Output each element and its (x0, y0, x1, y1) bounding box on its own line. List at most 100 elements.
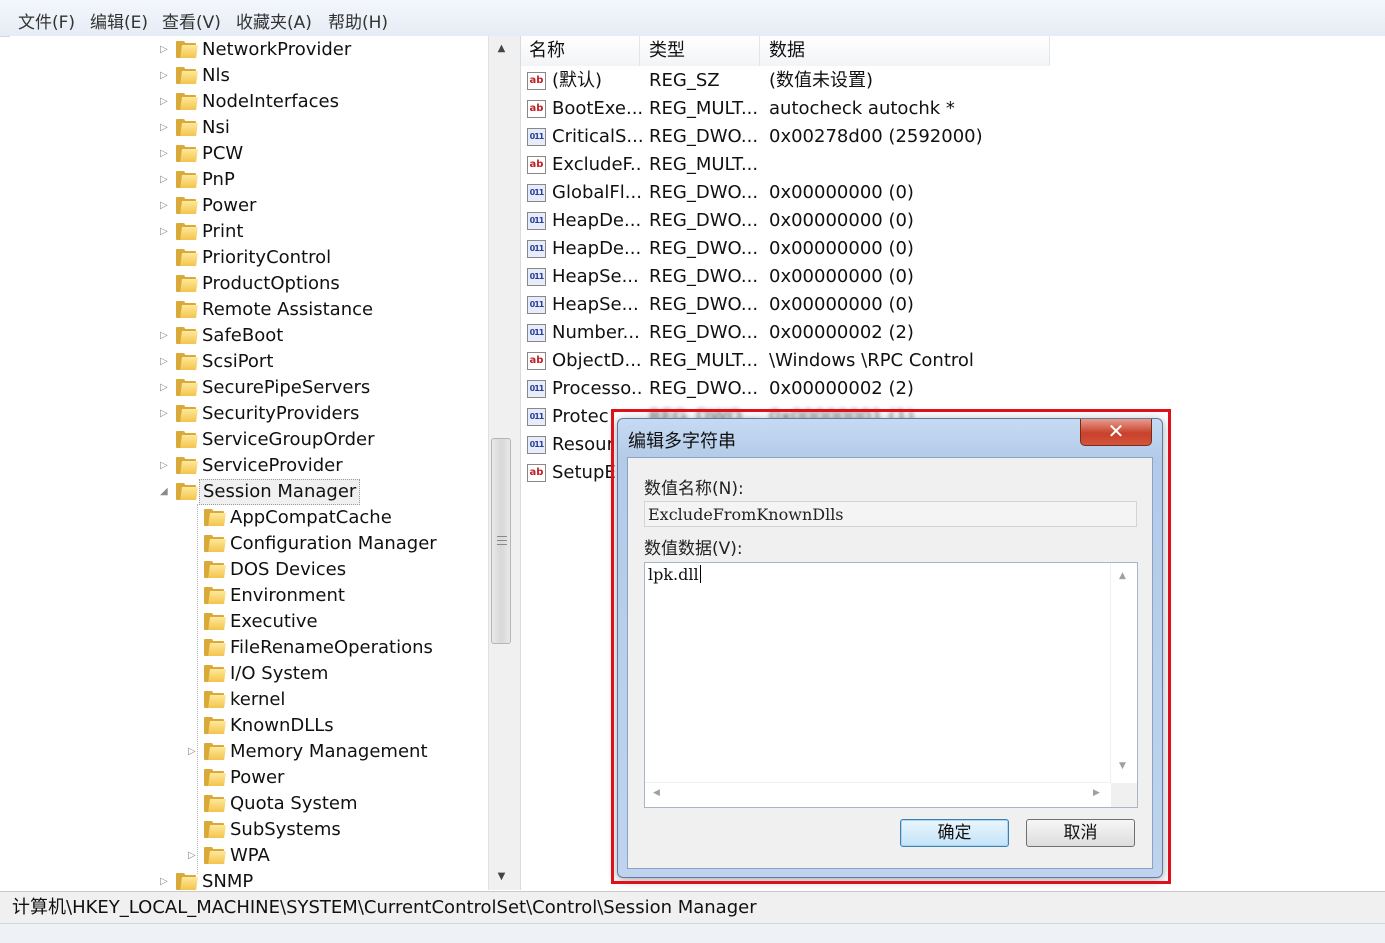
expand-arrow-icon[interactable]: ▷ (160, 63, 172, 89)
tree-item-label: Environment (230, 585, 345, 606)
list-row[interactable]: 011 HeapDe... REG_DWO... 0x00000000 (0) (521, 235, 1385, 263)
expand-arrow-icon[interactable]: ▷ (188, 843, 200, 869)
expand-arrow-icon[interactable]: ▷ (160, 37, 172, 63)
list-row[interactable]: 011 GlobalFl... REG_DWO... 0x00000000 (0) (521, 179, 1385, 207)
binary-value-icon: 011 (527, 408, 546, 426)
textarea-horizontal-scrollbar[interactable]: ◀ ▶ (645, 782, 1111, 807)
binary-value-icon: 011 (527, 436, 546, 454)
scroll-up-arrow-icon[interactable]: ▲ (1119, 571, 1126, 581)
menu-file[interactable]: 文件(F) (18, 8, 75, 33)
expand-arrow-icon[interactable]: ▷ (160, 401, 172, 427)
list-row[interactable]: ab BootExe... REG_MULT... autocheck autochk… (521, 95, 1385, 123)
tree-item-label: PriorityControl (202, 247, 332, 268)
expand-arrow-icon[interactable]: ▷ (160, 375, 172, 401)
edit-multi-string-dialog: 编辑多字符串 ✕ 数值名称(N): ExcludeFromKnownDlls 数… (617, 418, 1163, 878)
list-row[interactable]: 011 Number... REG_DWO... 0x00000002 (2) (521, 319, 1385, 347)
value-type: REG_SZ (649, 70, 720, 91)
tree-item-label: SecurityProviders (202, 403, 360, 424)
tree-item-label: SafeBoot (202, 325, 284, 346)
expand-arrow-icon[interactable]: ▷ (188, 739, 200, 765)
value-name: BootExe... (552, 98, 642, 119)
value-type: REG_DWO... (649, 266, 759, 287)
list-row[interactable]: ab (默认) REG_SZ (数值未设置) (521, 67, 1385, 95)
pane-splitter[interactable] (513, 36, 520, 890)
list-row[interactable]: ab ObjectD... REG_MULT... \Windows \RPC Con… (521, 347, 1385, 375)
value-name: (默认) (552, 70, 603, 91)
tree-item-label: Quota System (230, 793, 358, 814)
list-row[interactable]: 011 Processo... REG_DWO... 0x00000002 (2) (521, 375, 1385, 403)
scroll-down-arrow-icon[interactable]: ▼ (489, 866, 514, 888)
folder-icon (176, 119, 198, 136)
value-data: 0x00000002 (2) (769, 378, 914, 399)
expand-arrow-icon[interactable]: ▷ (160, 167, 172, 193)
expand-arrow-icon[interactable]: ▷ (160, 141, 172, 167)
list-row[interactable]: 011 HeapDe... REG_DWO... 0x00000000 (0) (521, 207, 1385, 235)
column-header-name[interactable]: 名称 (521, 36, 640, 66)
value-data: autocheck autochk * (769, 98, 955, 119)
expand-arrow-icon[interactable]: ▷ (160, 89, 172, 115)
value-name-field[interactable]: ExcludeFromKnownDlls (644, 501, 1137, 527)
expand-arrow-icon[interactable]: ▷ (160, 219, 172, 245)
tree-vertical-scrollbar[interactable]: ▲ ▼ (488, 36, 514, 890)
folder-icon (176, 431, 198, 448)
menu-help[interactable]: 帮助(H) (328, 8, 388, 33)
scroll-down-arrow-icon[interactable]: ▼ (1119, 761, 1126, 771)
folder-icon (204, 509, 226, 526)
menu-favorites[interactable]: 收藏夹(A) (236, 8, 312, 33)
value-type: REG_DWO... (649, 322, 759, 343)
registry-tree[interactable]: ▷ NetworkProvider ▷ Nls ▷ NodeInterfaces ▷ Nsi ▷… (10, 36, 489, 890)
folder-icon (176, 483, 198, 500)
textarea-vertical-scrollbar[interactable]: ▲ ▼ (1110, 563, 1137, 783)
column-header-type[interactable]: 类型 (640, 36, 760, 66)
tree-item-label: NodeInterfaces (202, 91, 339, 112)
folder-icon (204, 691, 226, 708)
scroll-right-arrow-icon[interactable]: ▶ (1093, 788, 1100, 798)
expand-arrow-icon[interactable]: ▷ (160, 115, 172, 141)
scrollbar-thumb[interactable] (491, 438, 511, 644)
binary-value-icon: 011 (527, 184, 546, 202)
cancel-button[interactable]: 取消 (1026, 819, 1135, 847)
expand-arrow-icon[interactable]: ▷ (160, 453, 172, 479)
value-data-textarea[interactable]: lpk.dll ▲ ▼ ◀ ▶ (644, 562, 1138, 808)
folder-icon (204, 613, 226, 630)
expand-arrow-icon[interactable]: ▷ (160, 323, 172, 349)
value-type: REG_DWO... (649, 238, 759, 259)
value-type: REG_DWO... (649, 210, 759, 231)
tree-item-label: Executive (230, 611, 318, 632)
string-value-icon: ab (527, 156, 546, 174)
column-header-data[interactable]: 数据 (760, 36, 1050, 66)
folder-icon (204, 665, 226, 682)
binary-value-icon: 011 (527, 324, 546, 342)
tree-item-label: PnP (202, 169, 235, 190)
tree-item-label: ProductOptions (202, 273, 340, 294)
close-icon[interactable]: ✕ (1080, 419, 1152, 446)
collapse-arrow-icon[interactable]: ◢ (160, 479, 172, 505)
scroll-up-arrow-icon[interactable]: ▲ (489, 38, 514, 60)
tree-item-label: Session Manager (199, 479, 361, 505)
ok-button[interactable]: 确定 (900, 819, 1009, 847)
binary-value-icon: 011 (527, 380, 546, 398)
folder-icon (176, 67, 198, 84)
list-row[interactable]: 011 HeapSe... REG_DWO... 0x00000000 (0) (521, 291, 1385, 319)
menu-edit[interactable]: 编辑(E) (90, 8, 148, 33)
expand-arrow-icon[interactable]: ▷ (160, 349, 172, 375)
tree-item-label: Print (202, 221, 244, 242)
value-data: (数值未设置) (769, 70, 874, 91)
scroll-left-arrow-icon[interactable]: ◀ (653, 788, 660, 798)
tree-item-label: WPA (230, 845, 270, 866)
menu-view[interactable]: 查看(V) (162, 8, 221, 33)
list-row[interactable]: 011 CriticalS... REG_DWO... 0x00278d00 (259… (521, 123, 1385, 151)
expand-arrow-icon[interactable]: ▷ (160, 193, 172, 219)
folder-icon (204, 795, 226, 812)
expand-arrow-icon[interactable]: ▷ (160, 869, 172, 890)
value-name: GlobalFl... (552, 182, 642, 203)
tree-item-label: FileRenameOperations (230, 637, 433, 658)
binary-value-icon: 011 (527, 268, 546, 286)
status-bar: 计算机\HKEY_LOCAL_MACHINE\SYSTEM\CurrentCon… (0, 891, 1385, 924)
value-name-label: 数值名称(N): (644, 479, 744, 499)
taskbar-strip (0, 923, 1385, 943)
tree-item-label: Nls (202, 65, 230, 86)
list-row[interactable]: ab ExcludeF... REG_MULT... (521, 151, 1385, 179)
list-row[interactable]: 011 HeapSe... REG_DWO... 0x00000000 (0) (521, 263, 1385, 291)
tree-item-label: PCW (202, 143, 244, 164)
